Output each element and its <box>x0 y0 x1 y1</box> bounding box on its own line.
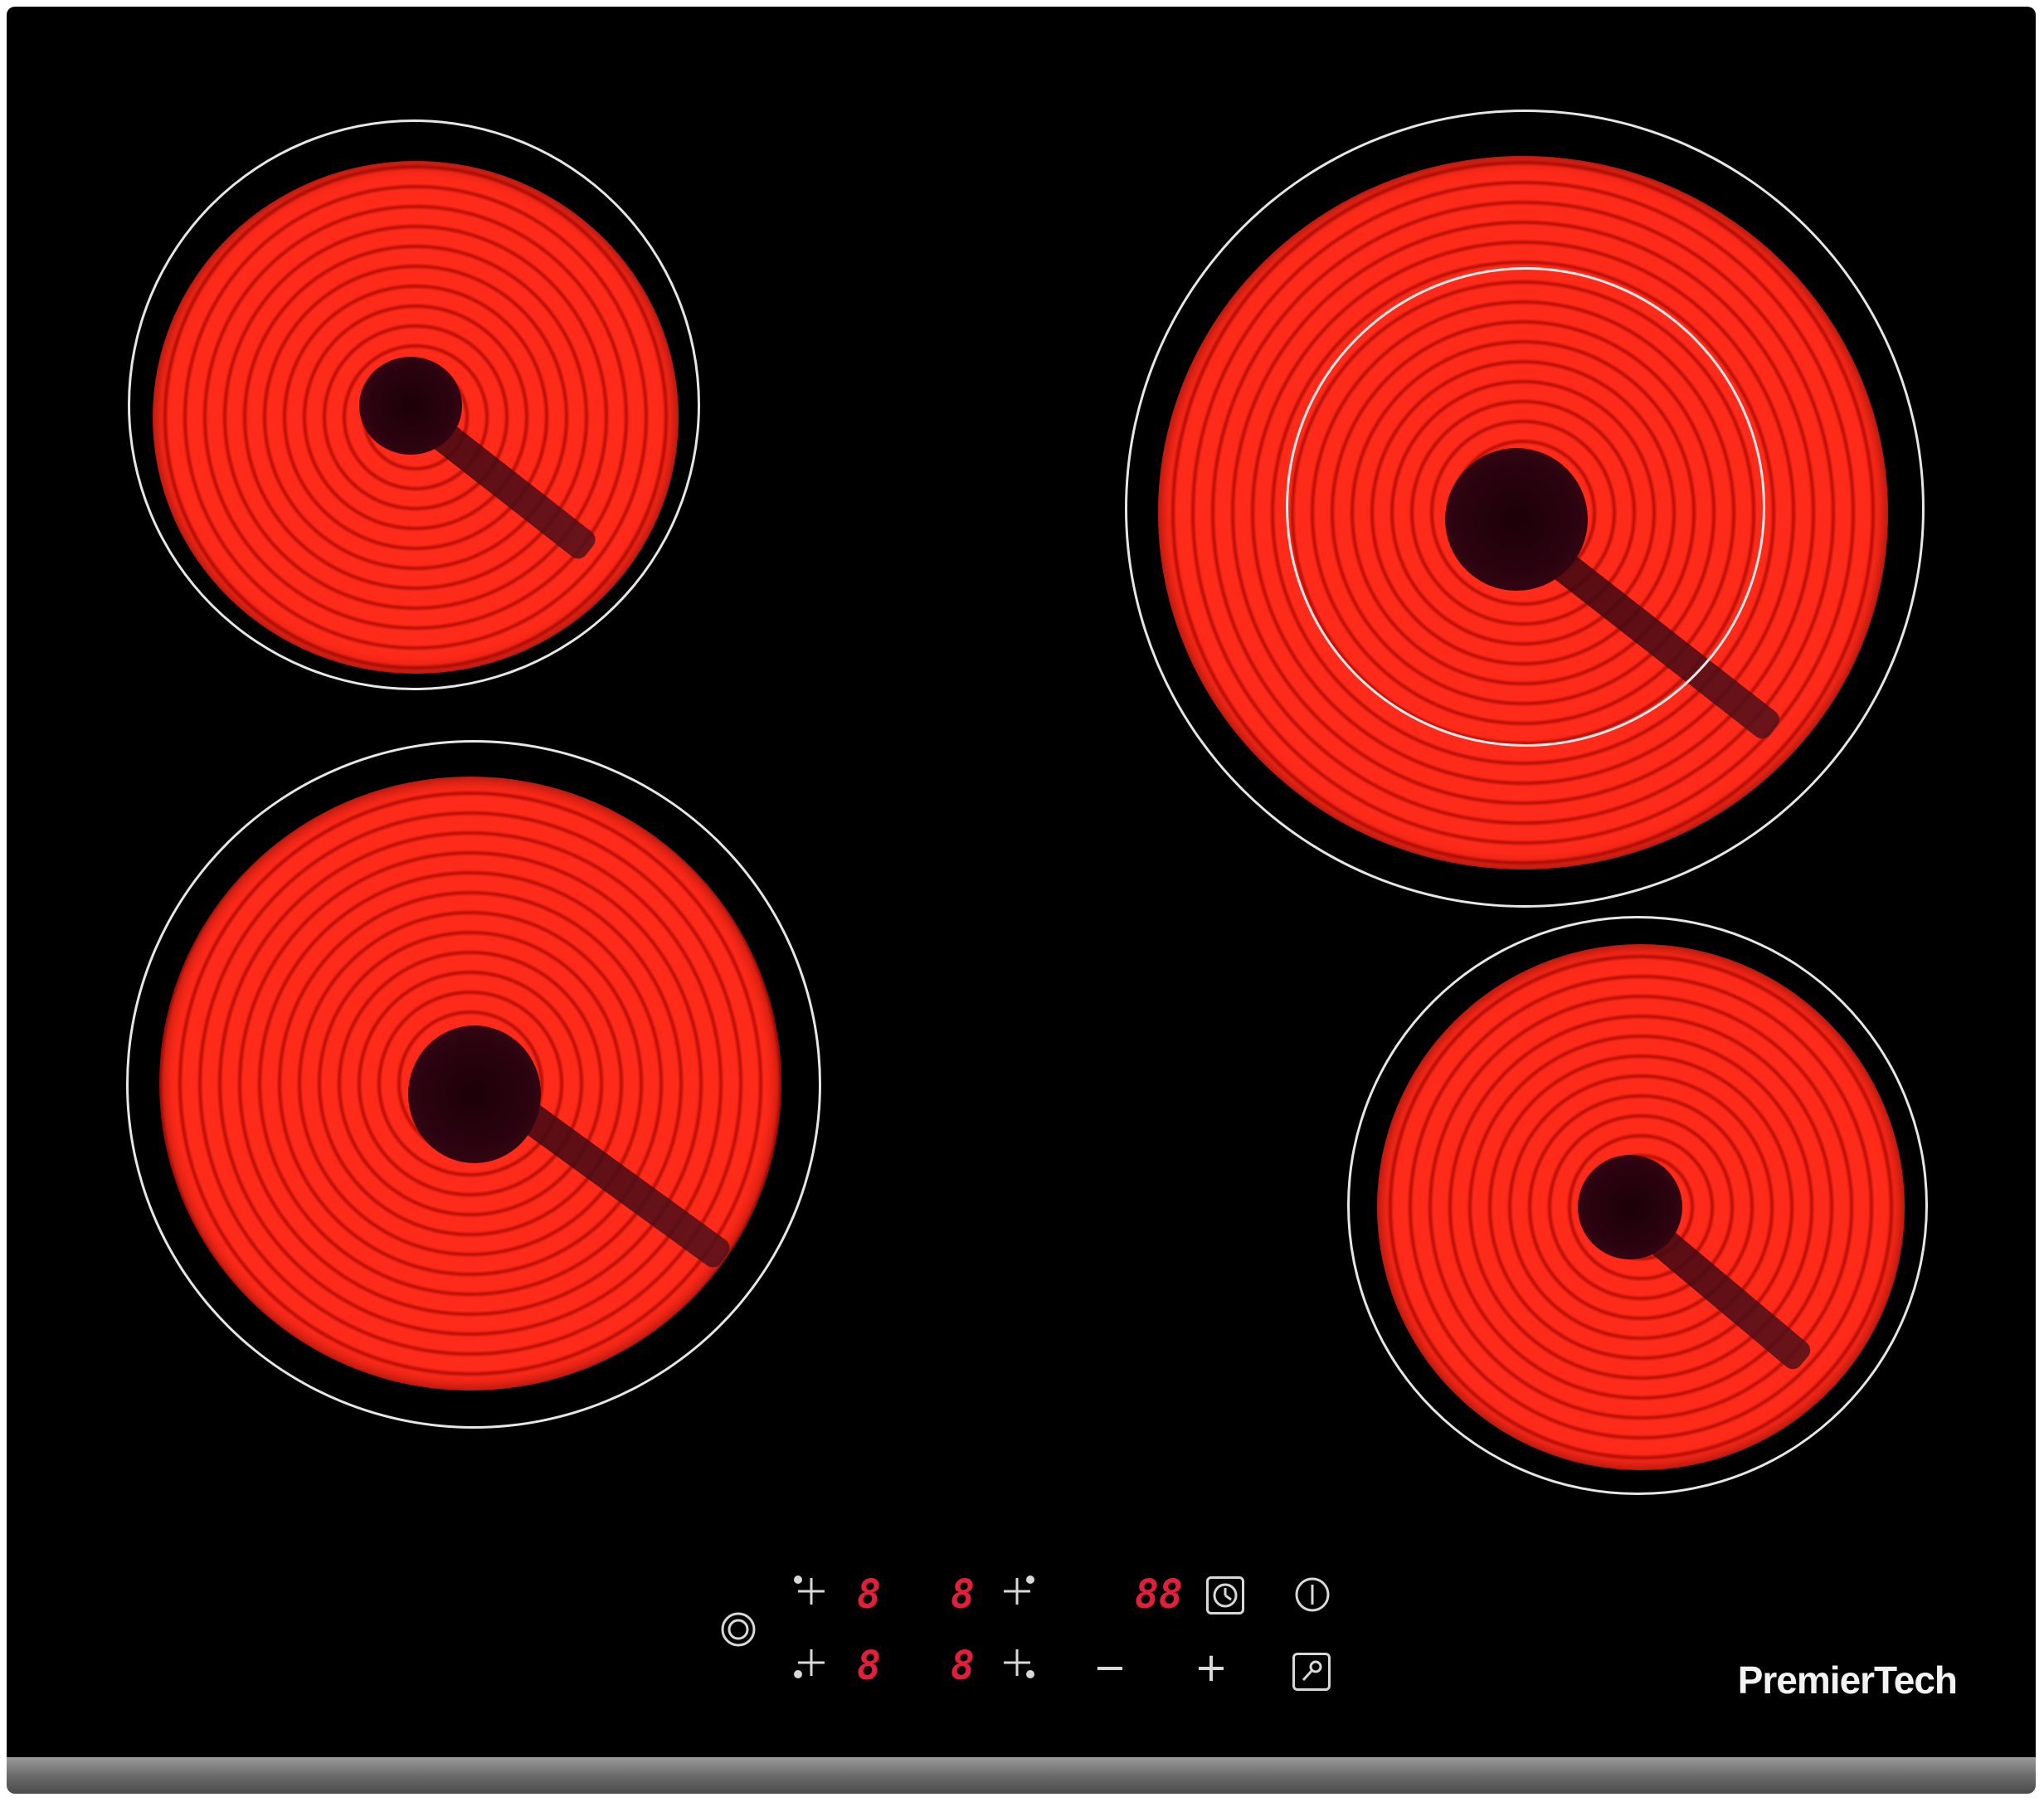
clock-icon[interactable] <box>1206 1576 1244 1614</box>
plus-button[interactable]: + <box>1193 1648 1229 1688</box>
rear-right-power-display: 8 <box>951 1571 975 1618</box>
minus-button[interactable]: − <box>1092 1648 1128 1688</box>
zone-ring <box>128 119 700 690</box>
zone-ring <box>1347 916 1928 1495</box>
front-left-power-display: 8 <box>857 1643 881 1689</box>
zone-select-rear-left-icon[interactable] <box>790 1571 830 1611</box>
double-circle-icon[interactable] <box>718 1610 758 1649</box>
dual-zone-icon[interactable] <box>1292 1653 1331 1691</box>
zone-select-rear-right-icon[interactable] <box>999 1571 1039 1611</box>
ceramic-hob: 8 8 8 8 88 − + PremierTech <box>7 7 2036 1790</box>
power-icon[interactable] <box>1292 1575 1332 1614</box>
front-bevel <box>7 1757 2036 1794</box>
brand-logo: PremierTech <box>1737 1658 1958 1702</box>
zone-ring <box>1125 110 1925 908</box>
zone-select-front-right-icon[interactable] <box>999 1643 1039 1683</box>
zone-select-front-left-icon[interactable] <box>790 1643 830 1683</box>
rear-left-power-display: 8 <box>857 1571 881 1618</box>
zone-ring <box>126 740 821 1429</box>
timer-display: 88 <box>1135 1571 1183 1618</box>
front-right-power-display: 8 <box>951 1643 975 1689</box>
